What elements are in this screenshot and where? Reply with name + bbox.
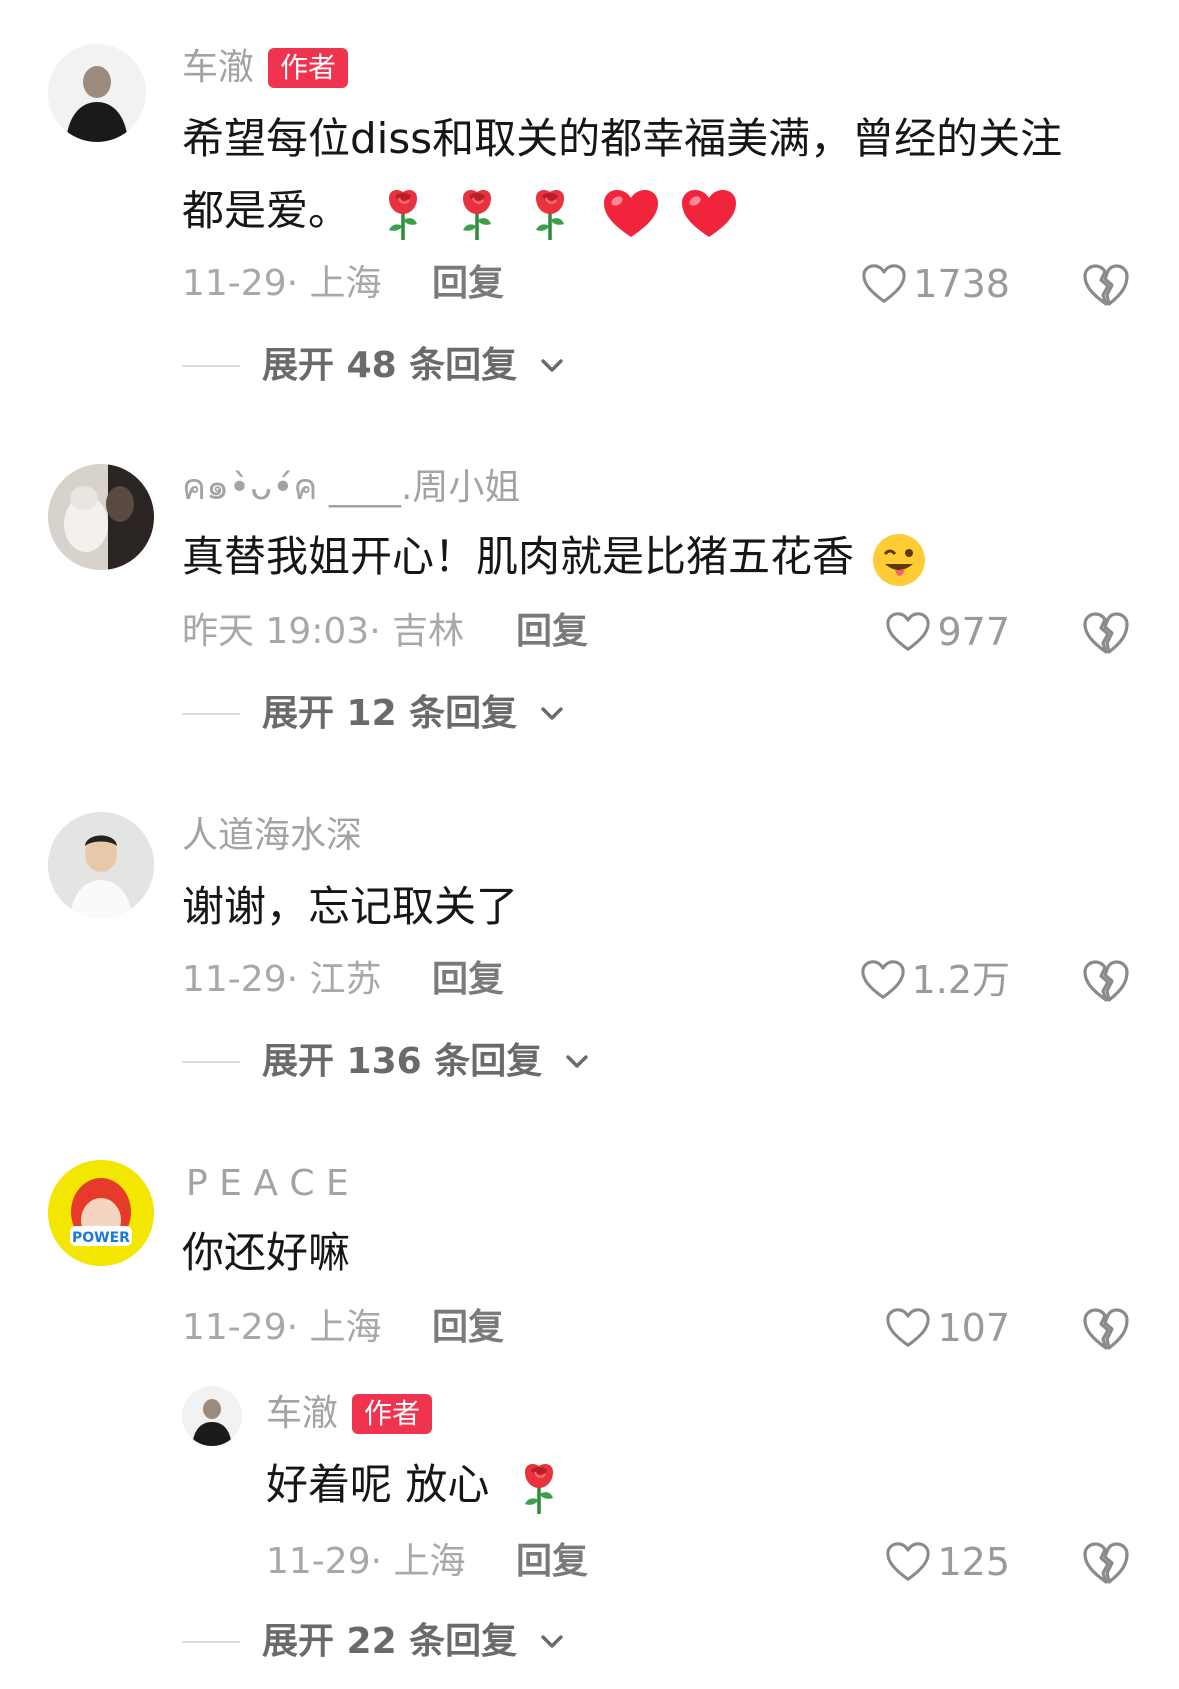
username[interactable]: 车澈: [182, 46, 254, 90]
broken-heart-icon[interactable]: [1082, 262, 1130, 308]
username[interactable]: ค๑•̀ᴗ•́ค ____.周小姐: [182, 466, 520, 510]
rose-emoji: [457, 186, 497, 242]
comment-text: 谢谢，忘记取关了: [182, 872, 518, 942]
reply-button[interactable]: 回复: [432, 958, 504, 1002]
like-button[interactable]: 125: [820, 1540, 1010, 1584]
comment-text-line: 希望每位diss和取关的都幸福美满，曾经的关注: [182, 114, 1063, 163]
expand-replies-label: 展开 48 条回复: [262, 345, 518, 386]
expand-replies-button[interactable]: 展开 136 条回复: [182, 1040, 590, 1084]
comment-text-line: 谢谢，忘记取关了: [182, 882, 519, 931]
comment-text-line: 都是爱。: [182, 186, 351, 235]
chevron-down-icon: [564, 1052, 590, 1072]
like-count: 125: [937, 1540, 1010, 1584]
like-button[interactable]: 107: [820, 1306, 1010, 1350]
reply-avatar[interactable]: [182, 1386, 242, 1446]
svg-text:POWER: POWER: [72, 1230, 130, 1246]
author-badge: 作者: [268, 48, 349, 88]
reply-text-line: 好着呢 放心: [266, 1460, 490, 1509]
red-heart-emoji: [679, 187, 739, 241]
reply-meta: 11-29· 上海: [266, 1541, 466, 1582]
like-count: 1738: [913, 262, 1010, 306]
heart-outline-icon: [885, 1540, 931, 1584]
heart-outline-icon: [860, 958, 906, 1002]
divider: [182, 365, 240, 367]
expand-replies-button[interactable]: 展开 22 条回复: [182, 1620, 565, 1664]
divider: [182, 713, 240, 715]
avatar[interactable]: [48, 464, 154, 570]
reply-text: 好着呢 放心: [266, 1450, 559, 1520]
avatar[interactable]: [48, 44, 146, 142]
comment-text-line: 真替我姐开心！肌肉就是比猪五花香: [182, 532, 855, 581]
reply-button[interactable]: 回复: [516, 1540, 588, 1584]
like-count: 107: [937, 1306, 1010, 1350]
chevron-down-icon: [539, 1632, 565, 1652]
chevron-down-icon: [539, 356, 565, 376]
expand-replies-label: 展开 12 条回复: [262, 693, 518, 734]
red-heart-emoji: [601, 187, 661, 241]
winking-tongue-emoji: [871, 532, 927, 588]
username[interactable]: 人道海水深: [182, 814, 362, 858]
comment-text: 希望每位diss和取关的都幸福美满，曾经的关注: [182, 104, 1062, 174]
heart-outline-icon: [861, 262, 907, 306]
chevron-down-icon: [539, 704, 565, 724]
heart-outline-icon: [885, 610, 931, 654]
broken-heart-icon[interactable]: [1082, 610, 1130, 656]
comment-meta: 11-29· 上海: [182, 1307, 382, 1348]
like-count: 1.2万: [911, 958, 1010, 1002]
like-button[interactable]: 1738: [820, 262, 1010, 306]
like-button[interactable]: 1.2万: [820, 958, 1010, 1002]
avatar[interactable]: POWER: [48, 1160, 154, 1266]
comment-text-continued: 都是爱。: [182, 176, 739, 246]
avatar[interactable]: [48, 812, 154, 918]
comment-text: 你还好嘛: [182, 1218, 350, 1288]
author-badge: 作者: [352, 1394, 433, 1434]
expand-replies-label: 展开 22 条回复: [262, 1621, 518, 1662]
comment-text: 真替我姐开心！肌肉就是比猪五花香: [182, 522, 927, 592]
heart-outline-icon: [885, 1306, 931, 1350]
reply-button[interactable]: 回复: [432, 1306, 504, 1350]
expand-replies-label: 展开 136 条回复: [262, 1041, 543, 1082]
reply-username[interactable]: 车澈: [266, 1392, 338, 1436]
broken-heart-icon[interactable]: [1082, 1540, 1130, 1586]
broken-heart-icon[interactable]: [1082, 958, 1130, 1004]
comment-meta: 11-29· 上海: [182, 263, 382, 304]
rose-emoji: [383, 186, 423, 242]
expand-replies-button[interactable]: 展开 48 条回复: [182, 344, 565, 388]
like-button[interactable]: 977: [820, 610, 1010, 654]
rose-emoji: [530, 186, 570, 242]
comment-text-line: 你还好嘛: [182, 1228, 351, 1277]
comment-meta: 昨天 19:03· 吉林: [182, 611, 465, 652]
username[interactable]: P E A C E: [186, 1162, 349, 1206]
comment-meta: 11-29· 江苏: [182, 959, 382, 1000]
like-count: 977: [937, 610, 1010, 654]
reply-button[interactable]: 回复: [432, 262, 504, 306]
broken-heart-icon[interactable]: [1082, 1306, 1130, 1352]
divider: [182, 1061, 240, 1063]
rose-emoji: [519, 1460, 559, 1516]
reply-button[interactable]: 回复: [516, 610, 588, 654]
divider: [182, 1641, 240, 1643]
expand-replies-button[interactable]: 展开 12 条回复: [182, 692, 565, 736]
